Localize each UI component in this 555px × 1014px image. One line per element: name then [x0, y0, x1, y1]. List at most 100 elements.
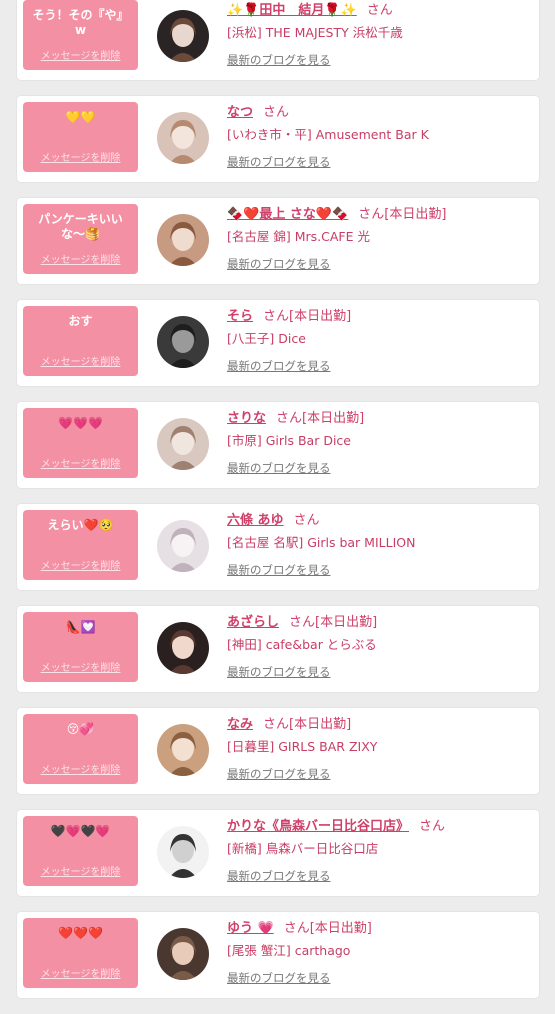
cast-name-link[interactable]: さりな [227, 411, 266, 426]
woman-photo-icon [157, 214, 209, 266]
shop-name: [尾張 蟹江] carthago [227, 943, 351, 958]
working-today-badge: [本日出勤] [315, 615, 378, 630]
delete-message-link[interactable]: メッセージを削除 [23, 965, 138, 980]
latest-blog-link[interactable]: 最新のブログを見る [227, 154, 331, 170]
honorific: さん [293, 513, 320, 528]
message-card: 😚💞 メッセージを削除 なみ さん[本日出勤] [日暮里] GIRLS BAR Z… [17, 708, 539, 794]
profile-info: そら さん[本日出勤] [八王子] Dice 最新のブログを見る [227, 308, 533, 374]
cast-name-link[interactable]: あざらし [227, 615, 279, 630]
latest-blog-link[interactable]: 最新のブログを見る [227, 868, 331, 884]
latest-blog-link[interactable]: 最新のブログを見る [227, 664, 331, 680]
cast-name-link[interactable]: ゆう 💗 [227, 921, 274, 936]
name-line: 六條 あゆ さん [227, 512, 533, 530]
woman-photo-icon [157, 112, 209, 164]
working-today-badge: [本日出勤] [302, 411, 365, 426]
honorific: さん [358, 207, 385, 222]
message-card: ❤️❤️❤️ メッセージを削除 ゆう 💗 さん[本日出勤] [尾張 蟹江] car… [17, 912, 539, 998]
avatar[interactable] [157, 112, 209, 164]
delete-message-link[interactable]: メッセージを削除 [23, 761, 138, 776]
shop-name: [神田] cafe&bar とらぶる [227, 637, 377, 652]
name-line: 🍫❤️最上 さな❤️🍫 さん[本日出勤] [227, 206, 533, 224]
message-bubble: 😚💞 メッセージを削除 [23, 714, 138, 784]
profile-info: なつ さん [いわき市・平] Amusement Bar K 最新のブログを見る [227, 104, 533, 170]
cast-name-link[interactable]: なつ [227, 105, 253, 120]
message-text: 👠💟 [65, 620, 96, 634]
profile-info: ✨🌹田中 結月🌹✨ さん [浜松] THE MAJESTY 浜松千歳 最新のブログ… [227, 2, 533, 68]
cast-name-link[interactable]: そら [227, 309, 253, 324]
delete-message-link[interactable]: メッセージを削除 [23, 251, 138, 266]
honorific: さん [263, 309, 290, 324]
message-text: おす [68, 314, 93, 328]
delete-message-link[interactable]: メッセージを削除 [23, 863, 138, 878]
name-line: ✨🌹田中 結月🌹✨ さん [227, 2, 533, 20]
delete-message-link[interactable]: メッセージを削除 [23, 47, 138, 62]
message-card: 🖤💗🖤💗 メッセージを削除 かりな《鳥森バー日比谷口店》 さん [新橋] 鳥森バー… [17, 810, 539, 896]
message-bubble: 🖤💗🖤💗 メッセージを削除 [23, 816, 138, 886]
avatar[interactable] [157, 10, 209, 62]
avatar[interactable] [157, 520, 209, 572]
shop-name: [名古屋 錦] Mrs.CAFE 光 [227, 229, 370, 244]
delete-message-link[interactable]: メッセージを削除 [23, 557, 138, 572]
message-card: パンケーキいいな〜🥞 メッセージを削除 🍫❤️最上 さな❤️🍫 さん[本日出勤] … [17, 198, 539, 284]
profile-info: ゆう 💗 さん[本日出勤] [尾張 蟹江] carthago 最新のブログを見る [227, 920, 533, 986]
avatar[interactable] [157, 826, 209, 878]
shop-name: [いわき市・平] Amusement Bar K [227, 127, 429, 142]
honorific: さん [263, 717, 290, 732]
message-card: 💗💗💗 メッセージを削除 さりな さん[本日出勤] [市原] Girls Bar … [17, 402, 539, 488]
message-card: 💛💛 メッセージを削除 なつ さん [いわき市・平] Amusement Bar … [17, 96, 539, 182]
latest-blog-link[interactable]: 最新のブログを見る [227, 256, 331, 272]
honorific: さん [263, 105, 290, 120]
profile-info: 六條 あゆ さん [名古屋 名駅] Girls bar MILLION 最新のブロ… [227, 512, 533, 578]
latest-blog-link[interactable]: 最新のブログを見る [227, 970, 331, 986]
name-line: かりな《鳥森バー日比谷口店》 さん [227, 818, 533, 836]
latest-blog-link[interactable]: 最新のブログを見る [227, 562, 331, 578]
message-text: パンケーキいいな〜🥞 [38, 212, 123, 241]
delete-message-link[interactable]: メッセージを削除 [23, 353, 138, 368]
cast-name-link[interactable]: かりな《鳥森バー日比谷口店》 [227, 819, 409, 834]
avatar[interactable] [157, 214, 209, 266]
delete-message-link[interactable]: メッセージを削除 [23, 455, 138, 470]
latest-blog-link[interactable]: 最新のブログを見る [227, 460, 331, 476]
profile-info: 🍫❤️最上 さな❤️🍫 さん[本日出勤] [名古屋 錦] Mrs.CAFE 光 最… [227, 206, 533, 272]
profile-info: なみ さん[本日出勤] [日暮里] GIRLS BAR ZIXY 最新のブログを見… [227, 716, 533, 782]
message-text: ❤️❤️❤️ [58, 926, 103, 940]
message-bubble: おす メッセージを削除 [23, 306, 138, 376]
name-line: そら さん[本日出勤] [227, 308, 533, 326]
working-today-badge: [本日出勤] [289, 717, 352, 732]
cast-name-link[interactable]: 🍫❤️最上 さな❤️🍫 [227, 207, 348, 222]
message-bubble: 💛💛 メッセージを削除 [23, 102, 138, 172]
avatar[interactable] [157, 316, 209, 368]
delete-message-link[interactable]: メッセージを削除 [23, 149, 138, 164]
woman-photo-icon [157, 826, 209, 878]
message-text: そう！その『や』w [32, 8, 129, 37]
honorific: さん [276, 411, 303, 426]
avatar[interactable] [157, 418, 209, 470]
woman-photo-icon [157, 724, 209, 776]
delete-message-link[interactable]: メッセージを削除 [23, 659, 138, 674]
cast-name-link[interactable]: なみ [227, 717, 253, 732]
message-text: 💗💗💗 [58, 416, 103, 430]
working-today-badge: [本日出勤] [289, 309, 352, 324]
working-today-badge: [本日出勤] [384, 207, 447, 222]
latest-blog-link[interactable]: 最新のブログを見る [227, 52, 331, 68]
cast-name-link[interactable]: 六條 あゆ [227, 513, 284, 528]
woman-photo-icon [157, 418, 209, 470]
name-line: なつ さん [227, 104, 533, 122]
avatar[interactable] [157, 724, 209, 776]
message-bubble: 💗💗💗 メッセージを削除 [23, 408, 138, 478]
woman-photo-icon [157, 10, 209, 62]
shop-name: [市原] Girls Bar Dice [227, 433, 351, 448]
woman-photo-icon [157, 520, 209, 572]
honorific: さん [289, 615, 316, 630]
avatar[interactable] [157, 622, 209, 674]
message-bubble: パンケーキいいな〜🥞 メッセージを削除 [23, 204, 138, 274]
avatar[interactable] [157, 928, 209, 980]
shop-name: [浜松] THE MAJESTY 浜松千歳 [227, 25, 403, 40]
woman-photo-icon [157, 316, 209, 368]
latest-blog-link[interactable]: 最新のブログを見る [227, 358, 331, 374]
working-today-badge: [本日出勤] [309, 921, 372, 936]
latest-blog-link[interactable]: 最新のブログを見る [227, 766, 331, 782]
cast-name-link[interactable]: ✨🌹田中 結月🌹✨ [227, 3, 357, 18]
honorific: さん [283, 921, 310, 936]
name-line: なみ さん[本日出勤] [227, 716, 533, 734]
